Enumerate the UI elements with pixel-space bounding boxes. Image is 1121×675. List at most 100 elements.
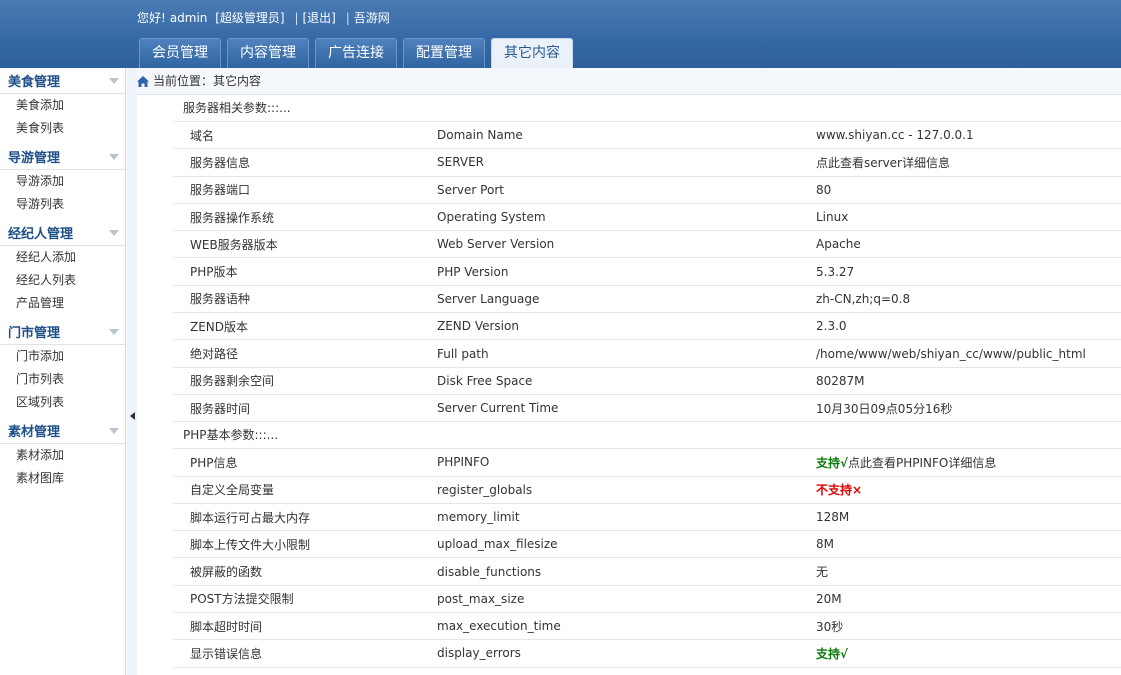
site-home-link[interactable]: 吾游网 <box>354 11 390 25</box>
main-content: 当前位置：其它内容 服务器相关参数:::... 域名 Domain Name w… <box>137 68 1121 675</box>
sidebar-item-store-list[interactable]: 门市列表 <box>0 368 125 391</box>
sidebar-group-header-material[interactable]: 素材管理 <box>0 418 125 444</box>
param-key: display_errors <box>437 646 521 661</box>
info-table: 服务器相关参数:::... 域名 Domain Name www.shiyan.… <box>173 95 1121 668</box>
sidebar-item-guide-add[interactable]: 导游添加 <box>0 170 125 193</box>
phpinfo-details-link[interactable]: 点此查看PHPINFO详细信息 <box>848 456 996 470</box>
param-value: 80 <box>816 182 832 197</box>
param-key: SERVER <box>437 155 485 170</box>
sidebar-item-guide-list[interactable]: 导游列表 <box>0 193 125 216</box>
sidebar-group-header-food[interactable]: 美食管理 <box>0 68 125 94</box>
sidebar-item-agent-add[interactable]: 经纪人添加 <box>0 246 125 269</box>
param-name: 服务器时间 <box>190 401 251 416</box>
param-value: 128M <box>816 510 850 524</box>
sidebar-item-agent-list[interactable]: 经纪人列表 <box>0 269 125 292</box>
sidebar-item-product-management[interactable]: 产品管理 <box>0 292 125 315</box>
param-key: register_globals <box>437 482 533 497</box>
top-header: 您好! admin [超级管理员] | [退出] | 吾游网 会员管理 内容管理 广告… <box>0 0 1121 68</box>
sidebar-item-store-add[interactable]: 门市添加 <box>0 345 125 368</box>
chevron-down-icon <box>109 153 119 160</box>
logout-link[interactable]: [退出] <box>303 11 336 25</box>
table-row: 脚本运行可占最大内存 memory_limit 128M <box>173 504 1121 532</box>
sidebar-item-food-list[interactable]: 美食列表 <box>0 117 125 140</box>
param-value: 8M <box>816 537 834 552</box>
role-badge: [超级管理员] <box>215 11 285 25</box>
main-nav-tabs: 会员管理 内容管理 广告连接 配置管理 其它内容 <box>139 38 579 68</box>
table-row: 域名 Domain Name www.shiyan.cc - 127.0.0.1 <box>173 122 1121 150</box>
section-title-php: PHP基本参数:::... <box>173 422 1121 450</box>
tab-other-content[interactable]: 其它内容 <box>491 38 573 68</box>
param-value: Linux <box>816 210 849 225</box>
param-value: /home/www/web/shiyan_cc/www/public_html <box>816 346 1086 361</box>
chevron-left-icon[interactable] <box>130 412 135 420</box>
param-key: Server Language <box>437 291 540 306</box>
param-value: 5.3.27 <box>816 264 855 279</box>
tab-ad-links[interactable]: 广告连接 <box>315 38 397 68</box>
sidebar-group-header-guide[interactable]: 导游管理 <box>0 144 125 170</box>
param-key: PHPINFO <box>437 455 490 470</box>
sidebar-splitter[interactable] <box>127 68 137 675</box>
param-name: 脚本上传文件大小限制 <box>190 537 311 552</box>
chevron-down-icon <box>109 427 119 434</box>
param-value: 30秒 <box>816 619 844 634</box>
param-name: PHP版本 <box>190 265 238 280</box>
param-name: 脚本超时时间 <box>190 619 263 634</box>
param-name: 自定义全局变量 <box>190 483 275 498</box>
param-key: Full path <box>437 346 489 361</box>
sidebar-item-region-list[interactable]: 区域列表 <box>0 391 125 414</box>
table-row: 自定义全局变量 register_globals 不支持× <box>173 477 1121 504</box>
sidebar-group-guide: 导游管理 导游添加 导游列表 <box>0 144 125 220</box>
sidebar: 美食管理 美食添加 美食列表 导游管理 导游添加 导游列表 经纪人管理 经纪人添… <box>0 68 126 675</box>
breadcrumb: 当前位置：其它内容 <box>137 68 1121 95</box>
sidebar-group-title: 导游管理 <box>8 151 61 166</box>
table-row: 服务器语种 Server Language zh-CN,zh;q=0.8 <box>173 286 1121 314</box>
param-key: Domain Name <box>437 128 523 143</box>
tab-member-management[interactable]: 会员管理 <box>139 38 221 68</box>
supported-status: 支持√ <box>816 455 849 470</box>
param-value: 80287M <box>816 373 865 388</box>
sidebar-item-material-add[interactable]: 素材添加 <box>0 444 125 467</box>
param-name: PHP信息 <box>190 455 238 470</box>
param-value: 支持√点此查看PHPINFO详细信息 <box>799 454 1121 471</box>
breadcrumb-text: 当前位置：其它内容 <box>153 73 262 88</box>
param-key: Disk Free Space <box>437 373 533 388</box>
table-row: 脚本上传文件大小限制 upload_max_filesize 8M <box>173 531 1121 559</box>
table-row: 绝对路径 Full path /home/www/web/shiyan_cc/w… <box>173 340 1121 368</box>
table-row: 服务器信息 SERVER 点此查看server详细信息 <box>173 149 1121 177</box>
tab-content-management[interactable]: 内容管理 <box>227 38 309 68</box>
sidebar-group-header-agent[interactable]: 经纪人管理 <box>0 220 125 246</box>
param-key: Web Server Version <box>437 237 555 252</box>
sidebar-item-material-gallery[interactable]: 素材图库 <box>0 467 125 490</box>
sidebar-group-title: 素材管理 <box>8 425 61 440</box>
table-row: ZEND版本 ZEND Version 2.3.0 <box>173 313 1121 341</box>
divider: | <box>345 11 350 25</box>
tab-config-management[interactable]: 配置管理 <box>403 38 485 68</box>
param-value: 不支持× <box>799 481 1121 498</box>
sidebar-group-food: 美食管理 美食添加 美食列表 <box>0 68 125 144</box>
table-row: 服务器操作系统 Operating System Linux <box>173 204 1121 232</box>
param-name: ZEND版本 <box>190 319 249 334</box>
table-row: PHP版本 PHP Version 5.3.27 <box>173 258 1121 286</box>
param-name: 域名 <box>190 128 215 143</box>
table-row: 被屏蔽的函数 disable_functions 无 <box>173 558 1121 586</box>
param-key: post_max_size <box>437 591 525 606</box>
sidebar-group-agent: 经纪人管理 经纪人添加 经纪人列表 产品管理 <box>0 220 125 319</box>
table-row: 脚本超时时间 max_execution_time 30秒 <box>173 613 1121 641</box>
sidebar-group-title: 经纪人管理 <box>8 227 74 242</box>
table-row: 显示错误信息 display_errors 支持√ <box>173 640 1121 668</box>
sidebar-group-header-store[interactable]: 门市管理 <box>0 319 125 345</box>
username: admin <box>169 11 208 25</box>
param-value: www.shiyan.cc - 127.0.0.1 <box>816 128 974 143</box>
sidebar-item-food-add[interactable]: 美食添加 <box>0 94 125 117</box>
param-name: 显示错误信息 <box>190 646 263 661</box>
param-name: 绝对路径 <box>190 347 239 362</box>
server-details-link[interactable]: 点此查看server详细信息 <box>799 154 1121 171</box>
table-row: WEB服务器版本 Web Server Version Apache <box>173 231 1121 259</box>
divider: | <box>294 11 299 25</box>
param-key: disable_functions <box>437 564 542 579</box>
sidebar-group-title: 美食管理 <box>8 75 61 90</box>
table-row: PHP信息 PHPINFO 支持√点此查看PHPINFO详细信息 <box>173 449 1121 477</box>
home-icon <box>137 75 149 87</box>
param-name: 脚本运行可占最大内存 <box>190 510 311 525</box>
table-row: 服务器端口 Server Port 80 <box>173 177 1121 204</box>
